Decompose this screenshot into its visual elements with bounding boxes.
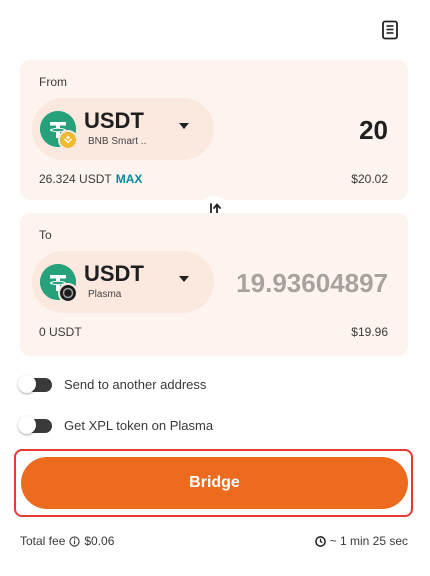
send-to-another-toggle[interactable]	[18, 374, 52, 393]
from-card: From USDT BNB Smart .. 20 26.324 USDT MAX…	[20, 60, 408, 200]
send-to-another-row: Send to another address	[18, 374, 207, 393]
get-xpl-toggle[interactable]	[18, 415, 52, 434]
estimated-time: ~ 1 min 25 sec	[311, 534, 408, 548]
total-fee: Total fee $0.06	[20, 534, 114, 548]
plasma-chain-icon	[58, 283, 78, 303]
toggle-knob	[18, 374, 36, 393]
from-token-symbol: USDT	[84, 108, 144, 133]
to-token-symbol: USDT	[84, 261, 144, 286]
bridge-button[interactable]: Bridge	[21, 457, 408, 509]
total-fee-value: $0.06	[84, 534, 115, 548]
from-balance-value: 26.324 USDT	[39, 172, 112, 186]
total-fee-label: Total fee	[20, 534, 66, 548]
to-label: To	[39, 228, 52, 242]
from-amount-input[interactable]: 20	[359, 115, 388, 146]
max-button[interactable]: MAX	[116, 172, 143, 186]
to-token-selector[interactable]: USDT Plasma	[32, 251, 214, 313]
toggle-knob	[18, 415, 36, 434]
to-balance: 0 USDT	[39, 325, 82, 339]
from-chain-name: BNB Smart ..	[88, 136, 147, 147]
send-to-another-label: Send to another address	[64, 377, 207, 392]
from-usd-value: $20.02	[351, 172, 388, 186]
to-card: To USDT Plasma 19.93604897 0 USDT $19.96	[20, 213, 408, 356]
chevron-down-icon	[179, 123, 189, 129]
chevron-down-icon	[179, 276, 189, 282]
clock-icon	[314, 535, 326, 547]
info-icon[interactable]	[69, 535, 81, 547]
get-xpl-row: Get XPL token on Plasma	[18, 415, 214, 434]
from-balance: 26.324 USDT MAX	[39, 172, 142, 186]
to-amount-output: 19.93604897	[236, 268, 388, 298]
get-xpl-label: Get XPL token on Plasma	[64, 418, 214, 433]
estimated-time-value: ~ 1 min 25 sec	[329, 534, 408, 548]
bnb-chain-icon	[58, 130, 78, 150]
to-chain-name: Plasma	[88, 289, 122, 300]
from-label: From	[39, 75, 67, 89]
to-usd-value: $19.96	[351, 325, 388, 339]
history-icon[interactable]	[380, 20, 400, 40]
from-token-selector[interactable]: USDT BNB Smart ..	[32, 98, 214, 160]
